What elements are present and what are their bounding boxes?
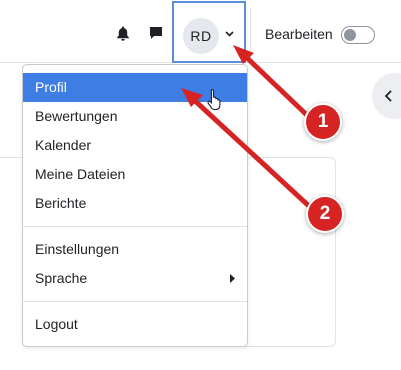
menu-item-label: Logout bbox=[35, 316, 78, 332]
menu-divider bbox=[23, 301, 247, 302]
menu-item-label: Sprache bbox=[35, 270, 88, 286]
caret-right-icon bbox=[230, 274, 235, 283]
menu-divider bbox=[23, 226, 247, 227]
annotation-badge-2: 2 bbox=[306, 195, 344, 233]
menu-item-label: Meine Dateien bbox=[35, 166, 126, 182]
bell-icon[interactable] bbox=[116, 26, 130, 41]
menu-item-kalender[interactable]: Kalender bbox=[23, 131, 247, 160]
chevron-left-icon bbox=[385, 90, 392, 102]
menu-item-berichte[interactable]: Berichte bbox=[23, 189, 247, 218]
top-navbar: RD Bearbeiten bbox=[0, 0, 401, 63]
navbar-divider bbox=[250, 8, 251, 58]
menu-item-label: Kalender bbox=[35, 137, 92, 153]
chat-icon[interactable] bbox=[149, 26, 163, 40]
menu-item-label: Einstellungen bbox=[35, 241, 120, 257]
background-card bbox=[244, 157, 336, 347]
menu-item-einstellungen[interactable]: Einstellungen bbox=[23, 235, 247, 264]
toggle-knob bbox=[344, 29, 356, 41]
chevron-down-icon[interactable] bbox=[225, 31, 234, 37]
menu-item-label: Bewertungen bbox=[35, 108, 118, 124]
annotation-badge-1: 1 bbox=[304, 103, 342, 141]
drawer-toggle-button[interactable] bbox=[372, 73, 401, 119]
menu-item-label: Profil bbox=[35, 79, 67, 95]
menu-item-sprache[interactable]: Sprache bbox=[23, 264, 247, 293]
edit-mode-toggle[interactable] bbox=[341, 26, 375, 44]
avatar[interactable]: RD bbox=[183, 18, 219, 54]
menu-item-meine-dateien[interactable]: Meine Dateien bbox=[23, 160, 247, 189]
hand-cursor-icon bbox=[207, 88, 221, 110]
edit-mode-label: Bearbeiten bbox=[265, 26, 333, 42]
menu-item-logout[interactable]: Logout bbox=[23, 310, 247, 339]
menu-item-label: Berichte bbox=[35, 195, 87, 211]
